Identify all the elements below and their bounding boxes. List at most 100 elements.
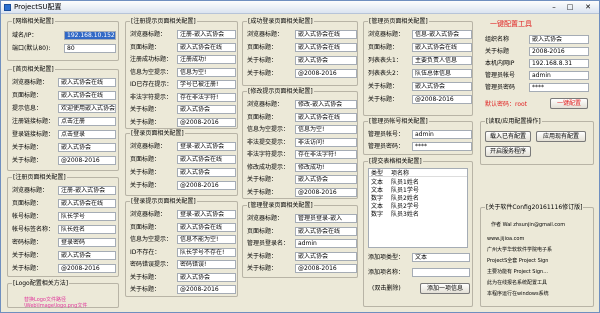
field-input[interactable]: 嵌入式协会在线 [177,222,236,232]
field-input[interactable]: 嵌入式协会在线 [177,155,236,164]
group-admin-page: [管理员页面相关配置] 浏览器标题： 信息-嵌入式协会 页面标题： 嵌入式协会在线 列表… [363,18,473,116]
field-label: 页面标题： [247,44,278,51]
about-line: ProjectS全套 Project Sign [487,258,549,264]
field-input[interactable]: admin [412,130,472,139]
field-input[interactable]: 注册-嵌入式协会 [58,186,116,195]
group-login: [登录页面相关配置] 浏览器标题： 登录-嵌入式协会 页面标题： 嵌入式协会在线 关于标… [125,130,238,196]
field-input[interactable]: @2008-2016 [58,156,116,165]
field-label: 添加项类型： [368,254,405,261]
field-input[interactable]: @2008-2016 [177,285,236,294]
field-input[interactable]: admin [529,71,589,80]
add-name-input[interactable] [412,268,470,277]
field-input[interactable]: 嵌入式协会 [177,168,236,177]
one-click-button[interactable]: 一键配置 [550,98,588,109]
field-input[interactable]: 存在非法字符! [177,92,236,102]
field-input[interactable]: 信息-嵌入式协会 [412,30,472,39]
form-row: 本机内网IP 192.168.8.31 [485,59,593,68]
field-label: 管理员帐号： [368,131,405,138]
load-config-button[interactable]: 载入已有配置 [485,131,531,142]
field-input[interactable]: 修改-嵌入式协会 [295,100,357,109]
field-input[interactable]: **** [529,83,589,92]
field-input[interactable]: @2008-2016 [58,264,116,273]
start-service-button[interactable]: 开启服务程序 [485,146,531,157]
close-button[interactable]: ✕ [580,2,596,12]
form-row: 域名/IP： 192.168.10.152 [12,31,116,40]
field-input[interactable]: 2008-2016 [529,47,589,56]
field-input[interactable]: 嵌入式协会 [58,143,116,152]
field-input[interactable]: @2008-2016 [295,264,357,273]
field-input[interactable]: 192.168.8.31 [529,59,589,68]
field-label: 关于标题： [12,252,43,259]
field-input[interactable]: 管理员登录-嵌入 [295,214,357,223]
field-input[interactable]: 嵌入式协会在线 [58,199,116,208]
field-label: 管理员密码： [368,143,405,150]
field-input[interactable]: 注册-嵌入式协会 [177,30,236,39]
field-input[interactable]: 非法访问! [295,137,357,147]
field-input[interactable]: 嵌入式协会 [295,251,357,261]
field-input[interactable]: 嵌入式协会 [295,56,357,65]
field-input[interactable]: 嵌入式协会在线 [58,91,116,100]
field-label: ID不存在： [130,248,161,256]
field-input[interactable]: @2008-2016 [295,69,357,78]
field-label: 关于标题 [485,48,510,55]
group-admin-login: [管理登录页面相关配置] 浏览器标题： 管理员登录-嵌入 页面标题： 嵌入式协会在线管… [242,202,358,278]
field-input[interactable]: 登录密码 [58,238,116,247]
field-input[interactable]: 嵌入式协会在线 [295,112,357,122]
field-input[interactable]: 学号已被注册! [177,80,236,89]
field-input[interactable]: @2008-2016 [295,187,357,197]
form-row: 管理员帐号： admin [368,130,472,139]
form-row: 列表表头1： 主要负责人信息 [368,56,472,65]
field-input[interactable]: 存在非法字符! [295,150,357,159]
field-input[interactable]: 点击注册 [58,117,116,126]
field-input[interactable]: 注册成功! [177,55,236,64]
field-input[interactable]: 队伍总体信息 [412,69,472,78]
field-input[interactable]: **** [412,142,472,151]
field-input[interactable]: admin [295,239,357,248]
field-input[interactable]: 嵌入式协会在线 [177,42,236,52]
field-input[interactable]: 嵌入式协会 [295,175,357,184]
form-row: 注册成功标题： 注册成功! [130,55,236,64]
field-input[interactable]: 嵌入式协会 [529,35,589,44]
field-input[interactable]: @2008-2016 [177,117,236,127]
field-input[interactable]: @2008-2016 [412,95,472,104]
field-input[interactable]: 欢迎使用嵌入式协会 [58,104,116,113]
apply-config-button[interactable]: 应用现有配置 [536,131,586,142]
field-input[interactable]: 点击登录 [58,130,116,139]
field-label: 添加项名称： [368,269,405,276]
field-input[interactable]: 信息为空! [295,125,357,134]
field-input[interactable]: 嵌入式协会在线 [58,78,116,87]
form-row: 登录链接标题： 点击登录 [12,130,116,139]
field-input[interactable]: 队长学号不存在! [177,247,236,257]
field-input[interactable]: 信息不能为空! [177,235,236,244]
field-input[interactable]: 信息为空! [177,67,236,77]
field-input[interactable]: 嵌入式协会在线 [412,43,472,52]
ip-input[interactable]: 192.168.10.152 [64,31,116,40]
port-input[interactable]: 80 [64,44,116,53]
group-network: [网络相关配置] 域名/IP： 192.168.10.152 端口(默认80):… [7,18,119,61]
minimize-button[interactable]: – [547,2,561,12]
field-input[interactable]: 嵌入式协会 [58,251,116,260]
field-input[interactable]: @2008-2016 [177,181,236,190]
table-items-list[interactable]: 类型 项名称 文本 队员1姓名 文本 队员1学号 数字 队员2姓名 文本 队员2学号 数字 队员3… [368,168,468,248]
field-input[interactable]: 密码错误! [177,260,236,269]
field-input[interactable]: 嵌入式协会 [177,272,236,282]
field-input[interactable]: 嵌入式协会在线 [295,43,357,52]
add-item-button[interactable]: 添加一项信息 [420,283,470,294]
field-label: 浏览器标题： [368,31,405,38]
field-input[interactable]: 嵌入式协会在线 [295,30,357,39]
field-input[interactable]: 主要负责人信息 [412,56,472,65]
group-title: [登录页面相关配置] [130,130,185,137]
field-input[interactable]: 登录-嵌入式协会 [177,210,236,219]
form-row: 非法字符提示： 存在非法字符! [247,150,357,159]
field-input[interactable]: 队长姓名 [58,225,116,234]
field-input[interactable]: 登录-嵌入式协会 [177,142,236,151]
field-input[interactable]: 队长学号 [58,212,116,221]
form-row: 浏览器标题： 信息-嵌入式协会 [368,30,472,39]
field-input[interactable]: 修改成功! [295,162,357,172]
add-type-select[interactable]: 文本 [412,253,470,262]
form-row: 浏览器标题： 嵌入式协会在线 [12,78,116,87]
field-input[interactable]: 嵌入式协会 [412,82,472,91]
field-input[interactable]: 嵌入式协会在线 [295,226,357,236]
field-input[interactable]: 嵌入式协会 [177,105,236,114]
maximize-button[interactable]: □ [563,2,577,12]
